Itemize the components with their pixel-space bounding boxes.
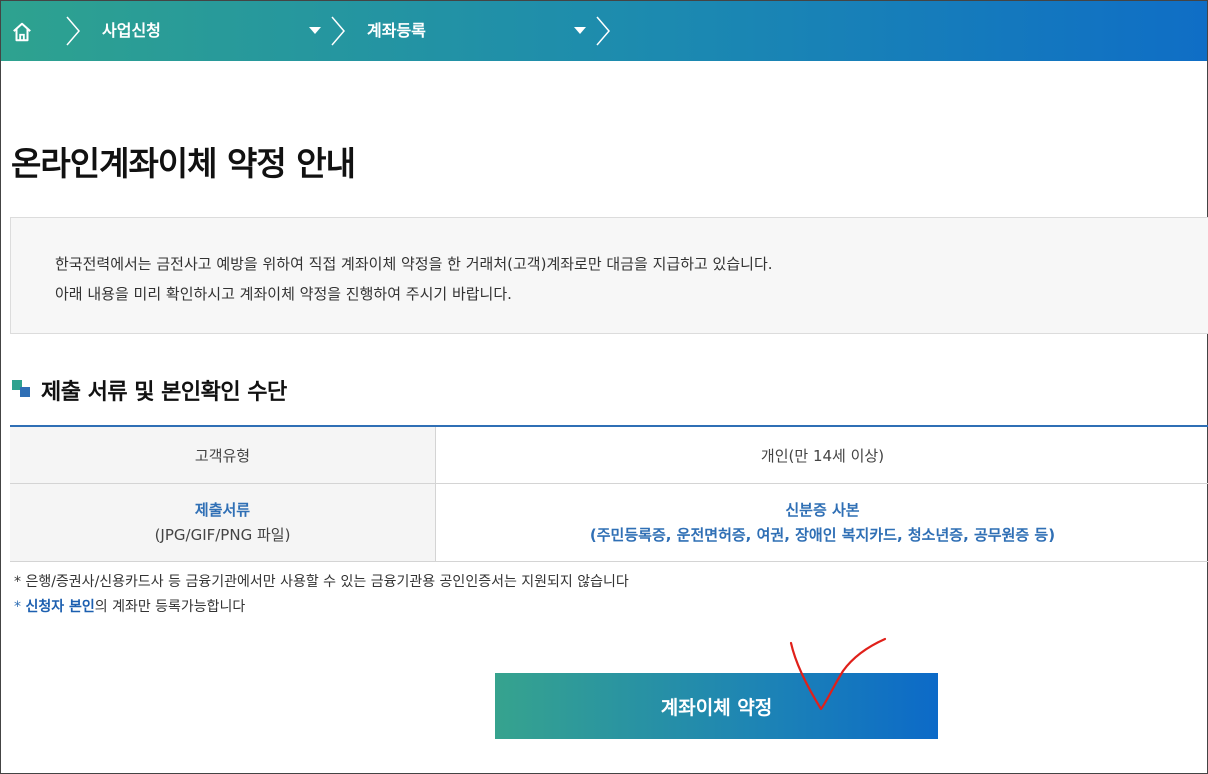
account-transfer-agreement-button[interactable]: 계좌이체 약정 — [495, 673, 938, 739]
home-icon[interactable] — [11, 21, 33, 43]
chevron-right-icon — [66, 16, 80, 46]
note-certificate: * 은행/증권사/신용카드사 등 금융기관에서만 사용할 수 있는 금융기관용 … — [14, 574, 629, 590]
notice-line-2: 아래 내용을 미리 확인하시고 계좌이체 약정을 진행하여 주시기 바랍니다. — [55, 285, 512, 303]
documents-header-cell: 제출서류 (JPG/GIF/PNG 파일) — [10, 483, 436, 562]
notice-box: 한국전력에서는 금전사고 예방을 위하여 직접 계좌이체 약정을 한 거래처(고… — [10, 217, 1208, 334]
section-squares-icon — [12, 380, 30, 397]
breadcrumb-item-business-application[interactable]: 사업신청 — [102, 1, 161, 61]
customer-type-header: 고객유형 — [10, 426, 436, 484]
caret-down-icon[interactable] — [574, 27, 586, 34]
top-navigation-bar: 사업신청 계좌등록 — [1, 1, 1207, 61]
documents-table: 고객유형 개인(만 14세 이상) 제출서류 (JPG/GIF/PNG 파일) … — [10, 425, 1208, 562]
documents-header-sub: (JPG/GIF/PNG 파일) — [154, 525, 291, 544]
page-title: 온라인계좌이체 약정 안내 — [11, 144, 356, 183]
documents-header: 제출서류 — [194, 500, 251, 519]
note-highlight: 신청자 본인 — [25, 599, 95, 615]
chevron-right-icon — [596, 16, 610, 46]
section-title: 제출 서류 및 본인확인 수단 — [41, 380, 287, 405]
documents-value: 신분증 사본 — [785, 500, 860, 519]
customer-type-value: 개인(만 14세 이상) — [435, 426, 1208, 484]
note-own-account: * 신청자 본인의 계좌만 등록가능합니다 — [14, 595, 629, 620]
notice-line-1: 한국전력에서는 금전사고 예방을 위하여 직접 계좌이체 약정을 한 거래처(고… — [55, 255, 773, 273]
caret-down-icon[interactable] — [309, 27, 321, 34]
note-bullet: * — [14, 599, 26, 615]
table-row: 고객유형 개인(만 14세 이상) — [10, 426, 1208, 484]
documents-value-sub: (주민등록증, 운전면허증, 여권, 장애인 복지카드, 청소년증, 공무원증 … — [589, 525, 1056, 544]
notes: * 은행/증권사/신용카드사 등 금융기관에서만 사용할 수 있는 금융기관용 … — [14, 570, 629, 620]
documents-value-cell: 신분증 사본 (주민등록증, 운전면허증, 여권, 장애인 복지카드, 청소년증… — [435, 483, 1208, 562]
chevron-right-icon — [331, 16, 345, 46]
breadcrumb-item-account-registration[interactable]: 계좌등록 — [367, 1, 426, 61]
table-row: 제출서류 (JPG/GIF/PNG 파일) 신분증 사본 (주민등록증, 운전면… — [10, 483, 1208, 562]
note-suffix: 의 계좌만 등록가능합니다 — [94, 599, 246, 615]
